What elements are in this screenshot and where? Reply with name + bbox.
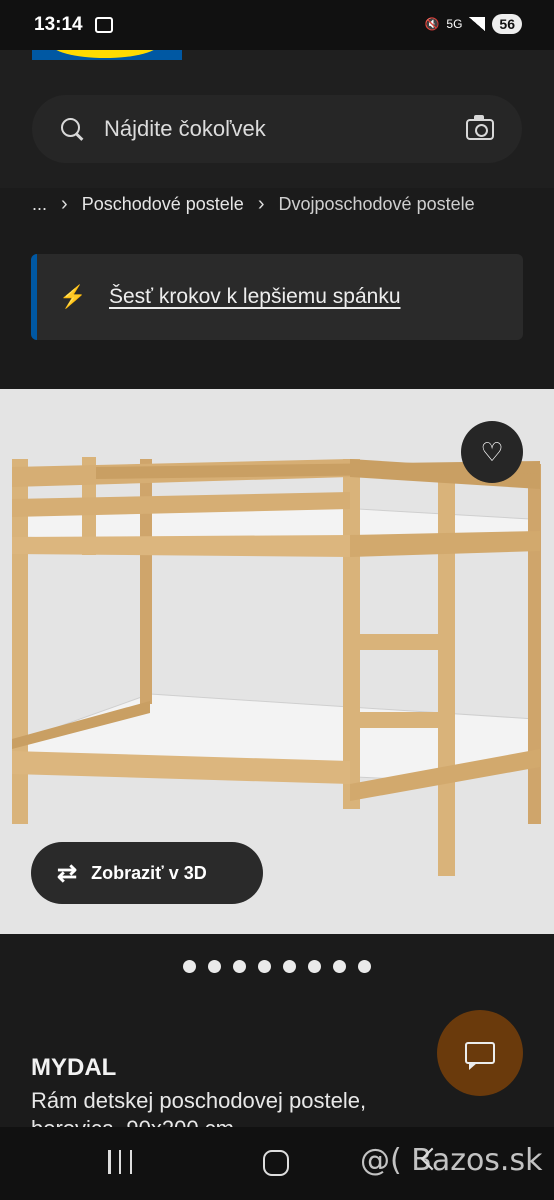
carousel-dots [0, 960, 554, 973]
breadcrumb: ... › Poschodové postele › Dvojposchodov… [32, 190, 475, 218]
watermark: @( Bazos.sk [360, 1143, 543, 1178]
network-type: 5G [446, 17, 463, 31]
view-3d-label: Zobraziť v 3D [91, 862, 207, 883]
product-image[interactable]: ♡ ⇄ Zobraziť v 3D [0, 389, 554, 934]
promo-accent [31, 254, 37, 340]
charging-icon: ⚡ [59, 284, 87, 309]
carousel-dot[interactable] [333, 960, 346, 973]
battery-level: 56 [492, 14, 522, 34]
search-input[interactable] [104, 116, 434, 142]
heart-icon: ♡ [480, 436, 504, 467]
ikea-logo[interactable] [32, 50, 182, 60]
camera-icon[interactable] [466, 115, 494, 140]
promo-link[interactable]: Šesť krokov k lepšiemu spánku [109, 285, 401, 309]
product-description: Rám detskej poschodovej postele, borovic… [31, 1088, 367, 1127]
promo-banner[interactable]: ⚡ Šesť krokov k lepšiemu spánku [31, 254, 523, 340]
carousel-dot[interactable] [208, 960, 221, 973]
product-name: MYDAL [31, 1054, 117, 1081]
recent-apps-icon[interactable] [108, 1150, 132, 1176]
mute-icon: 🔇 [424, 17, 440, 31]
status-icons: 🔇 5G 56 [424, 14, 522, 34]
rotate-icon: ⇄ [57, 859, 78, 887]
search-bar[interactable] [32, 95, 522, 163]
chat-icon [465, 1042, 495, 1070]
search-icon [60, 117, 84, 141]
carousel-dot[interactable] [183, 960, 196, 973]
screenshot-icon [94, 17, 113, 33]
breadcrumb-ellipsis[interactable]: ... [32, 194, 47, 215]
carousel-dot[interactable] [308, 960, 321, 973]
status-bar: 13:14 🔇 5G 56 [0, 0, 554, 50]
home-icon[interactable] [263, 1150, 289, 1176]
carousel-dot[interactable] [358, 960, 371, 973]
signal-icon [469, 17, 486, 31]
carousel-dot[interactable] [258, 960, 271, 973]
chevron-right-icon: › [61, 192, 68, 215]
breadcrumb-parent[interactable]: Poschodové postele [82, 194, 244, 215]
system-nav-bar: @( Bazos.sk [0, 1127, 554, 1200]
view-3d-button[interactable]: ⇄ Zobraziť v 3D [31, 842, 263, 904]
app-header [0, 50, 554, 188]
favorite-button[interactable]: ♡ [461, 421, 523, 483]
carousel-dot[interactable] [283, 960, 296, 973]
status-time: 13:14 [34, 14, 83, 35]
breadcrumb-current[interactable]: Dvojposchodové postele [278, 194, 474, 215]
chevron-right-icon: › [257, 192, 265, 215]
chat-button[interactable] [437, 1010, 523, 1096]
carousel-dot[interactable] [233, 960, 246, 973]
